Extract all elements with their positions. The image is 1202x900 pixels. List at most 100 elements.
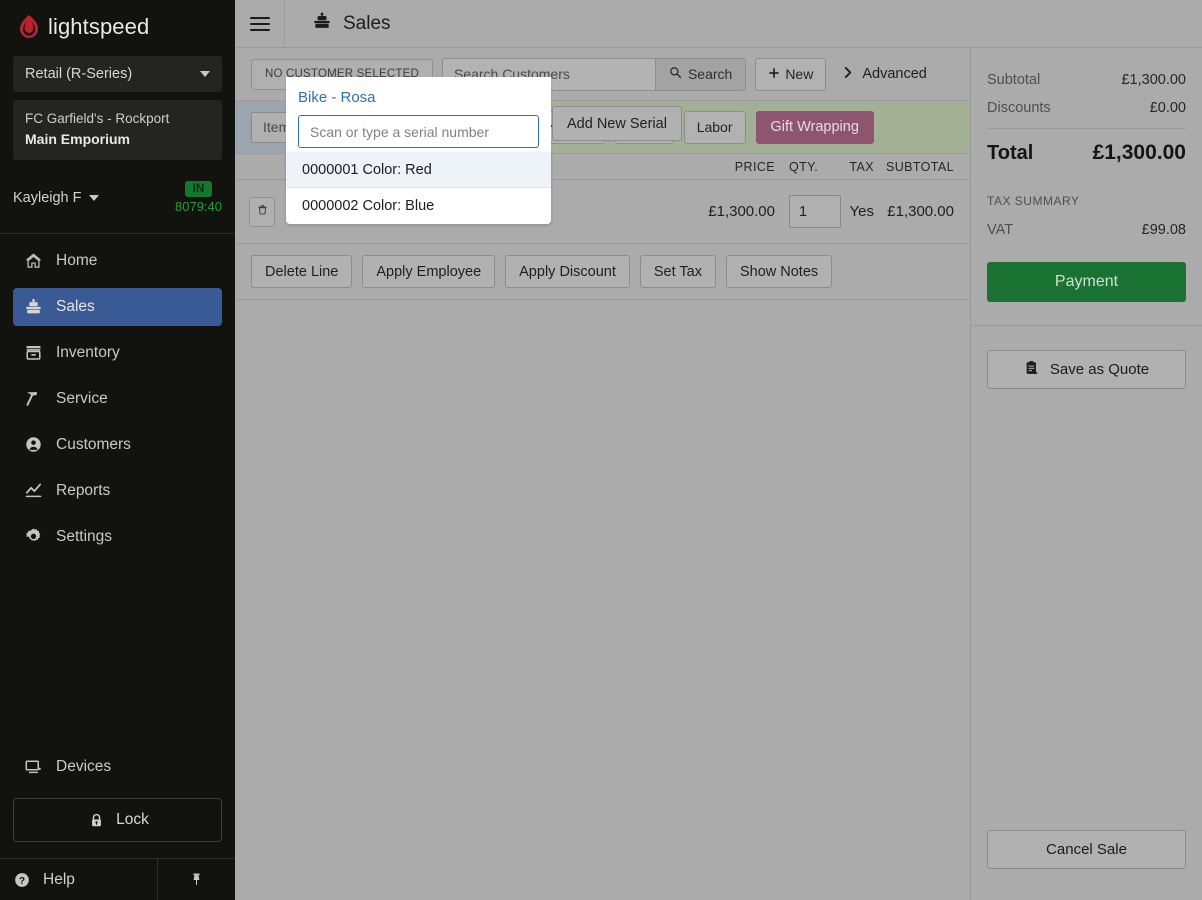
register-icon (312, 11, 332, 36)
hamburger-icon (249, 16, 270, 31)
page-title: Sales (343, 12, 391, 34)
chevron-down-icon (200, 71, 210, 77)
help-button[interactable]: ? Help (0, 859, 158, 900)
discounts-label: Discounts (987, 100, 1051, 116)
serial-options-dropdown: 0000001 Color: Red 0000002 Color: Blue (286, 152, 551, 224)
advanced-search-link[interactable]: Advanced (835, 66, 927, 83)
store-name: FC Garfield's - Rockport (25, 111, 170, 126)
question-circle-icon: ? (12, 870, 32, 890)
sidebar-item-label: Service (56, 389, 108, 407)
user-row[interactable]: Kayleigh F IN 8079:40 (13, 174, 222, 222)
sidebar-nav: Home Sales Inventory Service Customers R… (0, 242, 235, 564)
sidebar-item-label: Sales (56, 297, 95, 315)
chevron-down-icon (88, 194, 99, 201)
sidebar-item-label: Home (56, 251, 98, 269)
user-menu[interactable]: Kayleigh F (13, 190, 99, 206)
set-tax-button[interactable]: Set Tax (639, 255, 716, 288)
discounts-value: £0.00 (1149, 100, 1186, 116)
sidebar-item-label: Reports (56, 481, 111, 499)
customer-search-button[interactable]: Search (654, 57, 747, 91)
status-badge: IN (185, 181, 212, 198)
gear-icon (23, 527, 43, 547)
brand-name: lightspeed (48, 14, 150, 39)
sidebar-item-customers[interactable]: Customers (13, 426, 222, 464)
delete-line-button[interactable] (249, 196, 275, 227)
apply-employee-button[interactable]: Apply Employee (362, 255, 496, 288)
series-selector-label: Retail (R-Series) (25, 66, 133, 82)
summary-divider (987, 128, 1186, 129)
home-icon (23, 251, 43, 271)
subtotal-label: Subtotal (987, 72, 1041, 88)
lock-button[interactable]: Lock (13, 798, 222, 842)
pin-icon (187, 870, 207, 890)
sidebar-item-label: Customers (56, 435, 131, 453)
store-location: Main Emporium (25, 130, 131, 147)
store-info[interactable]: FC Garfield's - Rockport Main Emporium (13, 100, 222, 160)
sidebar-divider (0, 232, 235, 234)
clipboard-icon (1024, 360, 1040, 380)
save-as-quote-button[interactable]: Save as Quote (987, 350, 1186, 389)
lock-button-label: Lock (116, 811, 149, 828)
lock-icon (86, 810, 106, 830)
sidebar-item-label: Inventory (56, 343, 120, 361)
gift-wrapping-button[interactable]: Gift Wrapping (755, 110, 874, 144)
pin-button[interactable] (158, 859, 235, 900)
brand-logo: lightspeed (0, 0, 235, 52)
serial-option-item[interactable]: 0000001 Color: Red (286, 152, 551, 188)
sidebar-item-inventory[interactable]: Inventory (13, 334, 222, 372)
customer-search-button-label: Search (687, 66, 733, 82)
clock-status: IN 8079:40 (175, 181, 222, 214)
menu-toggle-button[interactable] (235, 0, 285, 48)
sale-summary-panel: Subtotal £1,300.00 Discounts £0.00 Total… (970, 48, 1202, 900)
column-header-qty: QTY. (789, 159, 819, 174)
line-price: £1,300.00 (708, 203, 775, 220)
payment-button[interactable]: Payment (987, 262, 1186, 302)
lightspeed-flame-icon (18, 15, 40, 39)
sale-ticket: NO CUSTOMER SELECTED Search Customers Se… (235, 48, 970, 900)
register-icon (23, 297, 43, 317)
chart-line-icon (23, 481, 43, 501)
vat-row: VAT £99.08 (987, 222, 1186, 238)
line-tax: Yes (849, 203, 874, 220)
show-notes-button[interactable]: Show Notes (725, 255, 833, 288)
column-header-subtotal: SUBTOTAL (885, 159, 954, 174)
sidebar-item-home[interactable]: Home (13, 242, 222, 280)
help-button-label: Help (43, 870, 75, 888)
sidebar-item-service[interactable]: Service (13, 380, 222, 418)
sidebar-item-sales[interactable]: Sales (13, 287, 222, 326)
series-selector[interactable]: Retail (R-Series) (13, 56, 222, 92)
subtotal-row: Subtotal £1,300.00 (987, 72, 1186, 88)
advanced-search-label: Advanced (862, 66, 927, 82)
sidebar-item-settings[interactable]: Settings (13, 518, 222, 556)
new-customer-button[interactable]: New (755, 57, 827, 91)
total-value: £1,300.00 (1092, 141, 1186, 164)
sidebar-item-reports[interactable]: Reports (13, 472, 222, 510)
serial-option-item[interactable]: 0000002 Color: Blue (286, 188, 551, 224)
plus-icon (768, 66, 780, 82)
user-name: Kayleigh F (13, 189, 82, 206)
content-area: NO CUSTOMER SELECTED Search Customers Se… (235, 48, 1202, 900)
add-new-serial-button[interactable]: Add New Serial (552, 106, 682, 141)
cancel-sale-button[interactable]: Cancel Sale (987, 830, 1186, 869)
page-title-group: Sales (285, 11, 391, 36)
main-area: Sales NO CUSTOMER SELECTED Search Custom… (235, 0, 1202, 900)
serial-number-input[interactable]: Scan or type a serial number (298, 115, 539, 148)
save-as-quote-label: Save as Quote (1049, 361, 1150, 378)
top-bar: Sales (235, 0, 1202, 48)
labor-button[interactable]: Labor (683, 110, 746, 144)
subtotal-value: £1,300.00 (1121, 72, 1186, 88)
trash-icon (256, 203, 269, 221)
sidebar-item-label: Devices (56, 758, 112, 775)
sidebar-bottom-bar: ? Help (0, 858, 235, 900)
discounts-row: Discounts £0.00 (987, 100, 1186, 116)
svg-text:?: ? (19, 875, 25, 886)
sidebar-item-devices[interactable]: Devices (0, 750, 235, 784)
line-action-row: Delete Line Apply Employee Apply Discoun… (235, 244, 970, 300)
hammer-icon (23, 389, 43, 409)
panel-spacer (987, 389, 1186, 830)
chevron-right-icon (843, 66, 854, 83)
apply-discount-button[interactable]: Apply Discount (505, 255, 630, 288)
column-header-price: PRICE (734, 159, 775, 174)
delete-line-action-button[interactable]: Delete Line (251, 255, 353, 288)
